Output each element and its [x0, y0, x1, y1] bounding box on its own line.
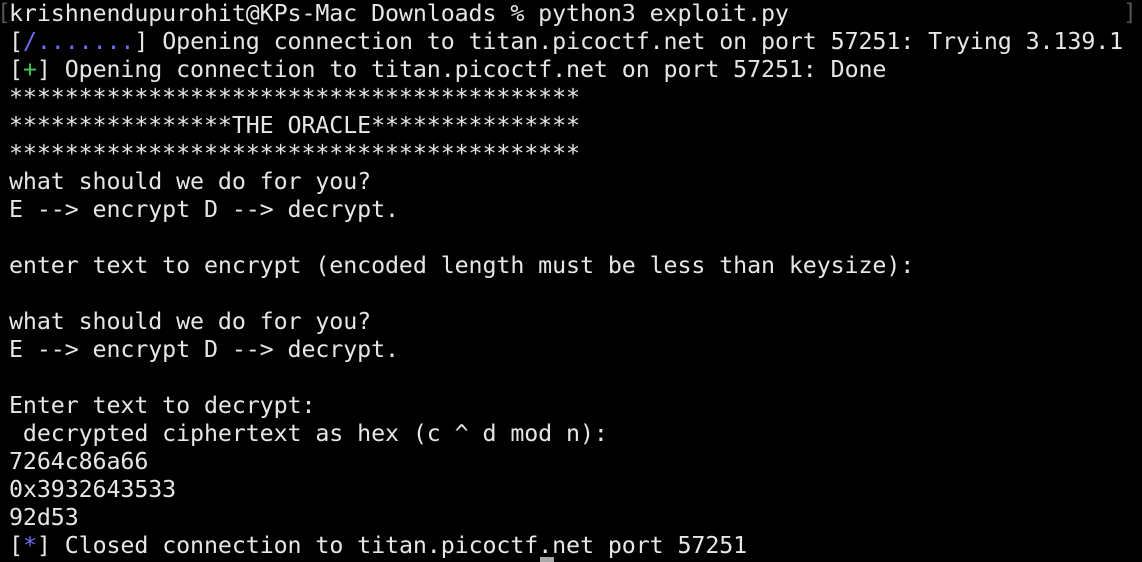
asterisk-icon: * — [22, 532, 37, 559]
bracket-open: [ — [9, 28, 23, 55]
bracket-open: [ — [9, 532, 23, 559]
status-line-trying: [/.......] Opening connection to titan.p… — [9, 28, 1123, 56]
banner-title: ****************THE ORACLE**************… — [9, 112, 580, 139]
command-line: krishnendupurohit@KPs-Mac Downloads % py… — [9, 0, 789, 27]
prompt-line: what should we do for you? — [9, 168, 372, 195]
bracket-open: [ — [9, 56, 23, 83]
terminal-output: krishnendupurohit@KPs-Mac Downloads % py… — [9, 0, 1123, 560]
menu-line: E --> encrypt D --> decrypt. — [9, 336, 399, 363]
spinner-icon: /....... — [22, 28, 135, 55]
status-line-done: [+] Opening connection to titan.picoctf.… — [9, 56, 1123, 84]
hex-output-line: 7264c86a66 — [9, 448, 149, 475]
menu-line: E --> encrypt D --> decrypt. — [9, 196, 399, 223]
decrypt-prompt-line: Enter text to decrypt: — [9, 392, 316, 419]
scroll-mark-right: ] — [1123, 0, 1137, 26]
text-cursor — [540, 557, 554, 562]
status-text: ] Opening connection to titan.picoctf.ne… — [134, 28, 1124, 55]
banner-line: ****************************************… — [9, 84, 580, 111]
encrypt-prompt-line: enter text to encrypt (encoded length mu… — [9, 252, 915, 279]
status-line-closed: [*] Closed connection to titan.picoctf.n… — [9, 532, 1123, 560]
status-text: ] Closed connection to titan.picoctf.net… — [36, 532, 748, 559]
decrypt-result-label: decrypted ciphertext as hex (c ^ d mod n… — [9, 420, 608, 447]
status-text: ] Opening connection to titan.picoctf.ne… — [36, 56, 887, 83]
banner-line: ****************************************… — [9, 140, 580, 167]
terminal-window[interactable]: [ ] krishnendupurohit@KPs-Mac Downloads … — [0, 0, 1142, 562]
hex-output-line: 0x3932643533 — [9, 476, 177, 503]
prompt-line: what should we do for you? — [9, 308, 372, 335]
plus-icon: + — [22, 56, 37, 83]
hex-output-line: 92d53 — [9, 504, 79, 531]
